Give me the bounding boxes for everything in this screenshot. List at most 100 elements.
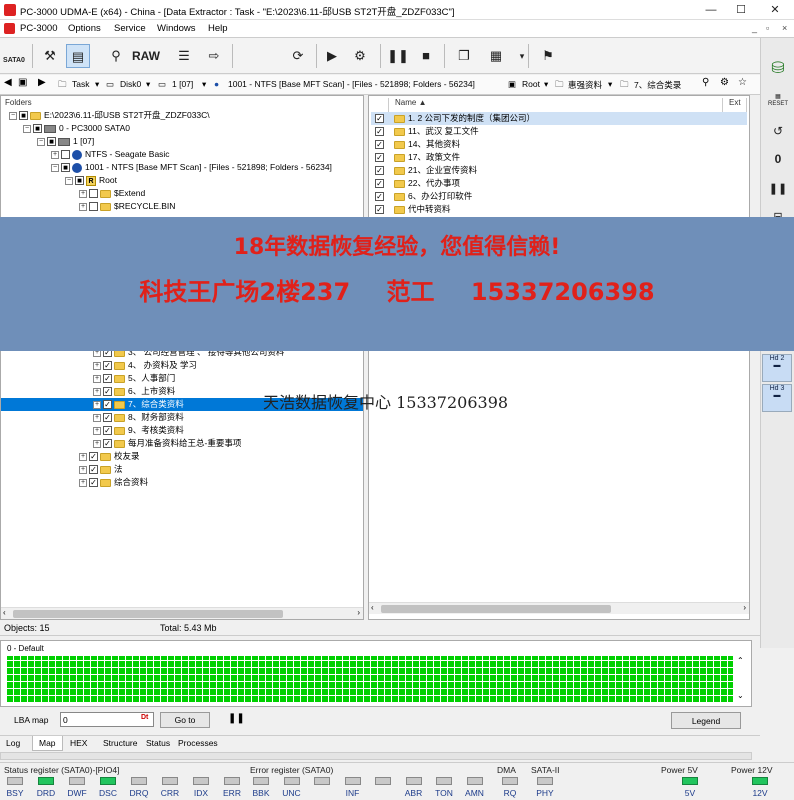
stop-icon[interactable]: ■ — [414, 44, 438, 68]
expand-icon[interactable]: + — [93, 400, 101, 409]
tree-node[interactable]: + ✓ 8、财务部资料 — [93, 411, 184, 424]
reset-button[interactable]: ▦ RESET — [765, 94, 791, 108]
chevron-down-icon[interactable]: ▾ — [146, 79, 150, 90]
ext-column-header[interactable]: Ext — [725, 98, 747, 112]
collapse-icon[interactable]: − — [37, 137, 45, 146]
expand-icon[interactable]: + — [51, 150, 59, 159]
chevron-down-icon[interactable]: ▾ — [202, 79, 206, 90]
menu-service[interactable]: Service — [114, 23, 146, 34]
file-row[interactable]: ✓ 17、政策文件 — [371, 151, 460, 164]
checkbox[interactable]: ✓ — [89, 452, 98, 462]
collapse-icon[interactable]: − — [9, 111, 17, 120]
tree-node[interactable]: + ✓ 校友录 — [79, 450, 140, 463]
file-row[interactable]: ✓ 11、武汉 复工文件 — [371, 125, 479, 138]
filter-icon[interactable]: ☰ — [172, 44, 196, 68]
file-horizontal-scrollbar[interactable]: ‹ › — [369, 602, 749, 614]
tree-node[interactable]: + $Extend — [79, 187, 145, 200]
checkbox[interactable]: ✓ — [103, 387, 112, 397]
checkbox[interactable]: ✓ — [103, 374, 112, 384]
checkbox[interactable]: ■ — [47, 137, 56, 147]
log-scrollbar[interactable] — [0, 752, 752, 760]
close-button[interactable]: ✕ — [764, 2, 786, 18]
menu-pc3000[interactable]: PC-3000 — [20, 23, 58, 34]
checkbox[interactable]: ✓ — [375, 192, 384, 202]
collapse-icon[interactable]: − — [23, 124, 31, 133]
tab-hex[interactable]: HEX — [70, 738, 87, 748]
network-icon[interactable]: ⚙ — [348, 44, 372, 68]
tree-node[interactable]: + NTFS - Seagate Basic — [51, 148, 170, 161]
scroll-up-icon[interactable]: ⌃ — [737, 656, 744, 665]
hex-toggle-icon[interactable]: Dt — [141, 714, 148, 721]
checkbox[interactable]: ✓ — [375, 179, 384, 189]
search-icon[interactable]: ⚲ — [702, 77, 709, 88]
forward-arrow-icon[interactable]: ▶ — [38, 77, 46, 88]
save-icon[interactable]: ▣ — [18, 77, 27, 88]
tree-node[interactable]: − ■ 0 - PC3000 SATA0 — [23, 122, 130, 135]
expand-icon[interactable]: + — [93, 374, 101, 383]
chevron-down-icon[interactable]: ▾ — [608, 79, 612, 90]
menu-help[interactable]: Help — [208, 23, 228, 34]
mdi-close-button[interactable]: × — [782, 23, 787, 33]
checkbox[interactable] — [89, 189, 98, 199]
scrollbar-thumb[interactable] — [13, 610, 283, 618]
checkbox[interactable]: ✓ — [375, 205, 384, 215]
checkbox[interactable] — [61, 150, 70, 160]
goto-button[interactable]: Go to — [160, 712, 210, 728]
checkbox[interactable]: ✓ — [103, 426, 112, 436]
expand-icon[interactable]: + — [79, 452, 87, 461]
copy-icon[interactable]: ❐ — [452, 44, 476, 68]
play-icon[interactable]: ▶ — [320, 44, 344, 68]
board-dropdown-icon[interactable]: ▾ — [510, 44, 534, 68]
pause-side-icon[interactable]: ❚❚ — [765, 182, 791, 195]
tree-node[interactable]: + ✓ 5、人事部门 — [93, 372, 175, 385]
mdi-restore-button[interactable]: ▫ — [766, 23, 769, 33]
hd3-button[interactable]: Hd 3 ▬ — [762, 384, 792, 412]
scroll-left-icon[interactable]: ‹ — [371, 603, 374, 612]
lba-input[interactable] — [60, 712, 154, 727]
expand-icon[interactable]: + — [93, 361, 101, 370]
checkbox[interactable]: ■ — [33, 124, 42, 134]
checkbox[interactable]: ✓ — [103, 400, 112, 410]
breadcrumb-folder1[interactable]: 惠强资料 — [568, 79, 602, 91]
checkbox[interactable]: ✓ — [375, 153, 384, 163]
checkbox[interactable]: ■ — [19, 111, 28, 121]
scroll-right-icon[interactable]: › — [357, 608, 360, 617]
tree-node[interactable]: + ✓ 法 — [79, 463, 123, 476]
file-row[interactable]: ✓ 6、办公打印软件 — [371, 190, 472, 203]
tree-node[interactable]: + ✓ 每月准备资料给王总-重要事项 — [93, 437, 241, 450]
tab-structure[interactable]: Structure — [103, 738, 138, 748]
expand-icon[interactable]: + — [79, 202, 87, 211]
breadcrumb-folder2[interactable]: 7、综合类录 — [634, 79, 681, 91]
expand-icon[interactable]: + — [93, 387, 101, 396]
tools-icon[interactable]: ⚒ — [38, 44, 62, 68]
checkbox[interactable]: ✓ — [89, 465, 98, 475]
expand-icon[interactable]: + — [79, 465, 87, 474]
checkbox[interactable]: ✓ — [103, 413, 112, 423]
checkbox[interactable]: ✓ — [103, 361, 112, 371]
sata-port-button[interactable]: SATA0 — [2, 44, 26, 68]
expand-icon[interactable]: + — [79, 478, 87, 487]
tree-node[interactable]: + ✓ 9、考核类资料 — [93, 424, 184, 437]
checkbox[interactable] — [89, 202, 98, 212]
name-column-header[interactable]: Name ▲ — [393, 98, 723, 112]
file-row[interactable]: ✓ 代中转资料 — [371, 203, 451, 216]
chevron-down-icon[interactable]: ▾ — [544, 79, 548, 90]
power-icon[interactable]: ↺ — [765, 124, 791, 138]
tab-status[interactable]: Status — [146, 738, 170, 748]
checkbox[interactable]: ✓ — [375, 127, 384, 137]
board-icon[interactable]: ▦ — [484, 44, 508, 68]
power-off-icon[interactable]: 0 — [765, 152, 791, 166]
checkbox[interactable]: ✓ — [375, 166, 384, 176]
tree-horizontal-scrollbar[interactable]: ‹ › — [1, 607, 363, 619]
tree-node[interactable]: + $RECYCLE.BIN — [79, 200, 175, 213]
task-icon[interactable]: ▤ — [66, 44, 90, 68]
breadcrumb-volume[interactable]: 1001 - NTFS [Base MFT Scan] - [Files - 5… — [228, 79, 475, 89]
checkbox[interactable]: ■ — [61, 163, 70, 173]
export-icon[interactable]: ⇨ — [202, 44, 226, 68]
pause-icon[interactable]: ❚❚ — [386, 44, 410, 68]
tree-node[interactable]: − ■ E:\2023\6.11-邱USB ST2T开盘_ZDZF033C\ — [9, 109, 210, 122]
hd2-button[interactable]: Hd 2 ▬ — [762, 354, 792, 382]
breadcrumb-partition[interactable]: 1 [07] — [172, 79, 193, 89]
scroll-right-icon[interactable]: › — [743, 603, 746, 612]
app-menu-icon[interactable] — [4, 23, 15, 34]
